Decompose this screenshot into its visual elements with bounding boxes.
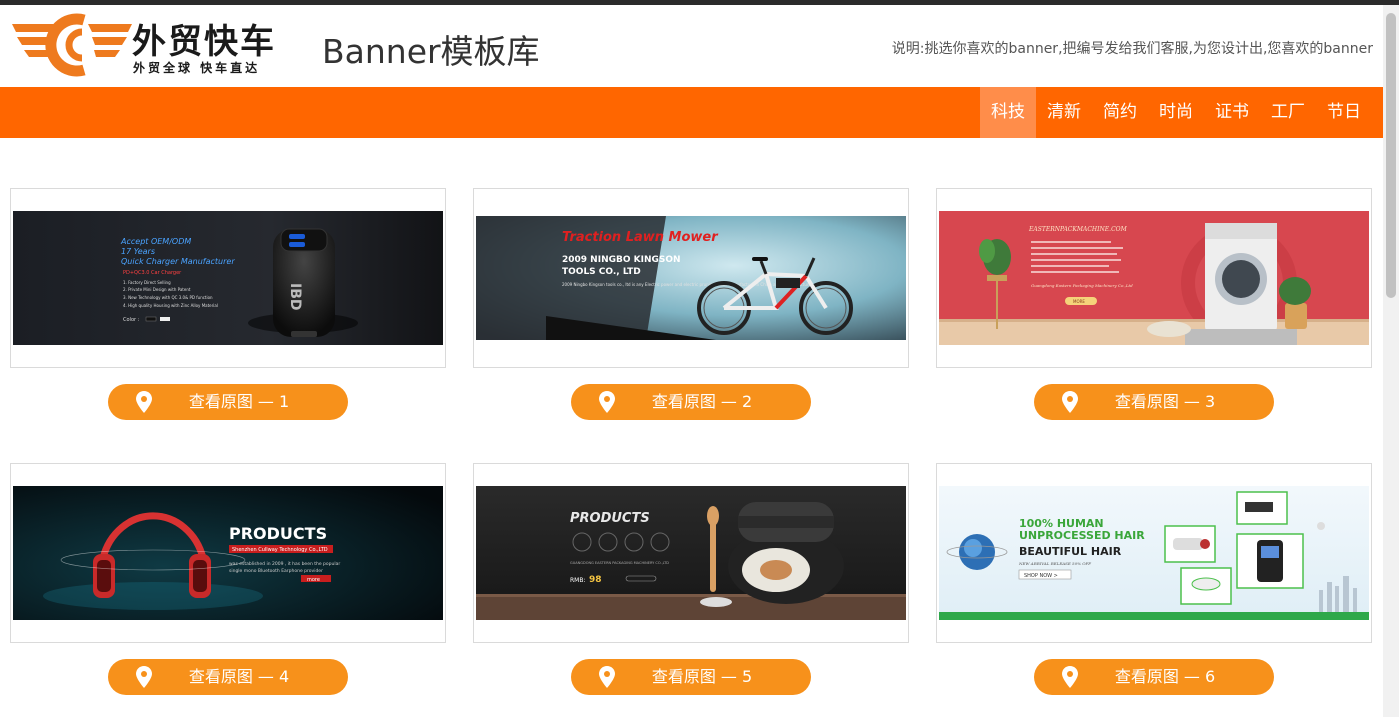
banner-1-feature: 1. Factory Direct Selling [123,280,171,285]
banner-2-company-line1: 2009 NINGBO KINGSON [562,255,681,265]
site-title: Banner模板库 [322,32,540,71]
banner-5-price-label: RMB: [570,577,585,584]
banner-image-6[interactable]: 100% HUMAN UNPROCESSED HAIR BEAUTIFUL HA… [939,486,1369,620]
view-original-button-label: 查看原图 — 1 [188,392,290,411]
banner-4-body: was established in 2009 , it has been th… [229,561,340,567]
banner-1-model: PD+QC3.0 Car Charger [123,270,182,276]
banner-5-heading: PRODUCTS [570,511,650,526]
banner-5-price: 98 [589,575,602,585]
instruction-note: 说明:挑选你喜欢的banner,把编号发给我们客服,为您设计出,您喜欢的bann… [891,41,1373,57]
view-original-button-label: 查看原图 — 6 [1114,667,1216,686]
view-original-button-1[interactable]: 查看原图 — 1 [108,384,348,420]
banner-image-1[interactable]: Accept OEM/ODM 17 Years Quick Charger Ma… [13,211,443,345]
banner-1-feature: 3. New Technology with QC 3.0& PD functi… [123,295,213,300]
category-nav-bar: 科技 清新 简约 时尚 证书 工厂 节日 [0,87,1383,138]
banner-5-company: GUANGDONG EASTERN PACKAGING MACHINERY CO… [570,561,669,565]
banner-6-sale: NEW ARRIVAL RELEASE 50% OFF [1018,561,1091,566]
view-original-button-label: 查看原图 — 2 [651,392,753,411]
view-original-button-3[interactable]: 查看原图 — 3 [1034,384,1274,420]
banner-image-5[interactable]: PRODUCTS GUANGDONG EASTERN PACKAGING MAC… [476,486,906,620]
nav-item-fresh[interactable]: 清新 [1036,87,1092,138]
view-original-button-label: 查看原图 — 4 [188,667,290,686]
view-original-button-6[interactable]: 查看原图 — 6 [1034,659,1274,695]
banner-1-feature: 2. Private Mini Design with Patent [123,287,191,292]
banner-1-subheading: 17 Years [121,247,155,256]
logo-text: 外贸快车 [132,22,276,62]
vertical-scrollbar[interactable] [1383,5,1399,717]
banner-image-2[interactable]: Traction Lawn Mower 2009 NINGBO KINGSON … [476,216,906,340]
banner-card-3: EASTERNPACKMACHINE.COM Guangdong Eastern… [936,188,1372,368]
banner-card-1: Accept OEM/ODM 17 Years Quick Charger Ma… [10,188,446,368]
banner-1-tagline: Quick Charger Manufacturer [121,257,235,266]
banner-card-4: PRODUCTS Shenzhen Cullway Technology Co.… [10,463,446,643]
banner-6-shop-button: SHOP NOW > [1024,573,1058,579]
banner-3-heading: EASTERNPACKMACHINE.COM [1028,226,1128,233]
page: 外贸快车 外贸全球 快车直达 Banner模板库 说明:挑选你喜欢的banner… [0,0,1399,717]
banner-card-2: Traction Lawn Mower 2009 NINGBO KINGSON … [473,188,909,368]
banner-6-heading: BEAUTIFUL HAIR [1019,545,1122,558]
view-original-button-label: 查看原图 — 3 [1114,392,1216,411]
banner-3-more-button: MORE [1073,299,1085,304]
banner-1-color-label: Color : [123,317,140,323]
nav-item-tech[interactable]: 科技 [980,87,1036,138]
banner-2-heading: Traction Lawn Mower [562,230,719,245]
logo-slogan: 外贸全球 快车直达 [133,61,261,75]
nav-item-factory[interactable]: 工厂 [1260,87,1316,138]
nav-item-fashion[interactable]: 时尚 [1148,87,1204,138]
logo-emblem-icon [12,13,132,77]
banner-4-company: Shenzhen Cullway Technology Co.,LTD [232,547,328,553]
scrollbar-thumb[interactable] [1386,13,1396,298]
banner-1-brand-mark: IBD [287,283,303,311]
banner-image-3[interactable]: EASTERNPACKMACHINE.COM Guangdong Eastern… [939,211,1369,345]
view-original-button-label: 查看原图 — 5 [651,667,753,686]
banner-2-company-line2: TOOLS CO., LTD [562,267,641,277]
nav-item-certificate[interactable]: 证书 [1204,87,1260,138]
banner-card-5: PRODUCTS GUANGDONG EASTERN PACKAGING MAC… [473,463,909,643]
view-original-button-2[interactable]: 查看原图 — 2 [571,384,811,420]
nav-item-holiday[interactable]: 节日 [1316,87,1372,138]
banner-1-feature: 4. High quality Housing with Zinc Alloy … [123,303,218,308]
nav-item-simple[interactable]: 简约 [1092,87,1148,138]
banner-4-more-button: more [307,577,320,583]
banner-2-body: 2009 Ningbo Kingson tools co., ltd is an… [562,282,811,287]
banner-image-4[interactable]: PRODUCTS Shenzhen Cullway Technology Co.… [13,486,443,620]
category-nav: 科技 清新 简约 时尚 证书 工厂 节日 [980,87,1372,138]
banner-4-body: single mono Bluetooth Earphone provider [229,568,323,574]
site-logo[interactable]: 外贸快车 外贸全球 快车直达 [12,12,282,78]
view-original-button-4[interactable]: 查看原图 — 4 [108,659,348,695]
banner-6-heading: UNPROCESSED HAIR [1019,529,1145,542]
banner-4-heading: PRODUCTS [229,524,327,543]
banner-1-heading: Accept OEM/ODM [120,237,191,246]
view-original-button-5[interactable]: 查看原图 — 5 [571,659,811,695]
header: 外贸快车 外贸全球 快车直达 Banner模板库 说明:挑选你喜欢的banner… [0,5,1383,87]
banner-3-company: Guangdong Eastern Packaging Machinery Co… [1031,283,1133,288]
banner-card-6: 100% HUMAN UNPROCESSED HAIR BEAUTIFUL HA… [936,463,1372,643]
